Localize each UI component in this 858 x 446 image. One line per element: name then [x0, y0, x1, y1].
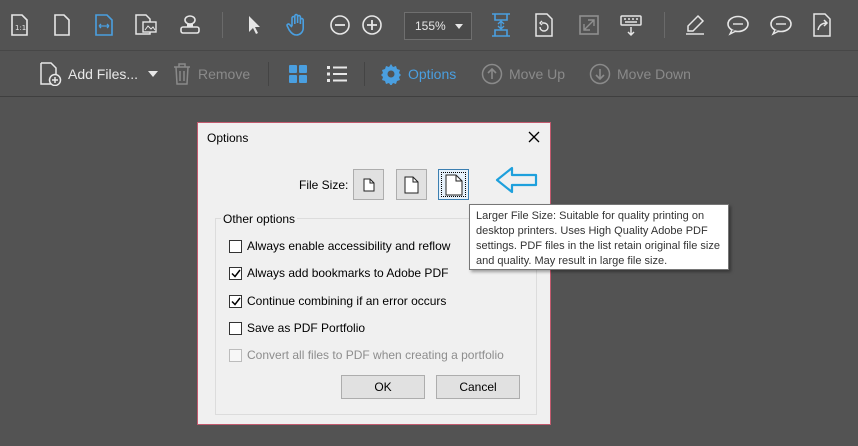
chevron-down-icon [455, 24, 463, 29]
checkbox-checked[interactable] [229, 266, 242, 280]
highlight-pen-icon[interactable] [682, 12, 708, 38]
zoom-in-icon[interactable] [359, 12, 385, 38]
medium-file-icon [404, 176, 419, 193]
arrow-up-circle-icon [481, 63, 503, 85]
other-options-label: Other options [221, 212, 298, 226]
remove-button[interactable]: Remove [172, 62, 250, 86]
full-screen-icon[interactable] [576, 12, 602, 38]
large-file-icon [445, 174, 462, 195]
checkbox-label: Convert all files to PDF when creating a… [247, 348, 504, 362]
options-button[interactable]: Options [380, 62, 456, 86]
file-size-medium-button[interactable] [396, 169, 427, 200]
stamp-icon[interactable] [177, 12, 203, 38]
combine-toolbar: Add Files... Remove Options Move Up Move… [0, 51, 858, 97]
fit-page-icon[interactable] [49, 12, 75, 38]
add-file-icon [40, 62, 62, 86]
trash-icon [174, 63, 190, 85]
add-files-button[interactable]: Add Files... [38, 62, 159, 86]
small-file-icon [363, 178, 374, 191]
move-up-label: Move Up [509, 66, 566, 82]
remove-label: Remove [198, 66, 251, 82]
actual-size-icon[interactable]: 1:1 [6, 12, 32, 38]
checkmark-icon [230, 269, 241, 278]
grid-view-button[interactable] [288, 62, 308, 86]
rotate-page-icon[interactable] [531, 12, 557, 38]
grid-view-icon [289, 65, 307, 83]
scrolling-mode-icon[interactable] [488, 12, 514, 38]
file-size-large-button[interactable] [438, 169, 469, 200]
dialog-title: Options [207, 131, 249, 145]
checkbox-disabled [229, 348, 242, 362]
save-as-portfolio-option[interactable]: Save as PDF Portfolio [229, 320, 365, 336]
hand-tool-icon[interactable] [284, 12, 310, 38]
main-toolbar: 1:1 155% [0, 0, 858, 50]
close-button[interactable] [524, 127, 544, 147]
zoom-select[interactable]: 155% [404, 12, 472, 40]
callout-arrow-icon [495, 166, 538, 194]
checkbox-label: Continue combining if an error occurs [247, 294, 447, 308]
file-size-label: File Size: [299, 178, 349, 192]
continue-on-error-option[interactable]: Continue combining if an error occurs [229, 293, 446, 309]
accessibility-option[interactable]: Always enable accessibility and reflow [229, 238, 450, 254]
fit-width-icon[interactable] [91, 12, 117, 38]
svg-text:1:1: 1:1 [15, 24, 26, 32]
comment-icon[interactable] [725, 12, 751, 38]
checkbox[interactable] [229, 239, 242, 253]
gear-icon [381, 64, 401, 85]
zoom-value: 155% [415, 19, 446, 33]
zoom-out-icon[interactable] [327, 12, 353, 38]
list-view-button[interactable] [326, 62, 348, 86]
file-size-tooltip: Larger File Size: Suitable for quality p… [469, 204, 729, 270]
add-files-label: Add Files... [68, 66, 139, 82]
checkbox-checked[interactable] [229, 294, 242, 308]
move-down-label: Move Down [617, 66, 691, 82]
cancel-button[interactable]: Cancel [436, 375, 520, 399]
thumbnail-view-icon[interactable] [133, 12, 159, 38]
list-view-icon [327, 66, 347, 82]
sticky-note-icon[interactable] [768, 12, 794, 38]
keyboard-icon[interactable] [618, 12, 644, 38]
checkbox-label: Always enable accessibility and reflow [247, 239, 451, 253]
bookmarks-option[interactable]: Always add bookmarks to Adobe PDF [229, 265, 448, 281]
arrow-down-circle-icon [589, 63, 611, 85]
move-down-button[interactable]: Move Down [589, 62, 691, 86]
checkbox-label: Always add bookmarks to Adobe PDF [247, 266, 449, 280]
options-label: Options [408, 66, 457, 82]
select-cursor-icon[interactable] [241, 12, 267, 38]
checkbox[interactable] [229, 321, 242, 335]
chevron-down-icon[interactable] [148, 71, 159, 77]
move-up-button[interactable]: Move Up [481, 62, 565, 86]
convert-to-pdf-option: Convert all files to PDF when creating a… [229, 347, 504, 363]
checkbox-label: Save as PDF Portfolio [247, 321, 366, 335]
checkmark-icon [230, 297, 241, 306]
close-icon [528, 131, 540, 143]
ok-button[interactable]: OK [341, 375, 425, 399]
file-size-small-button[interactable] [353, 169, 384, 200]
share-icon[interactable] [810, 12, 836, 38]
